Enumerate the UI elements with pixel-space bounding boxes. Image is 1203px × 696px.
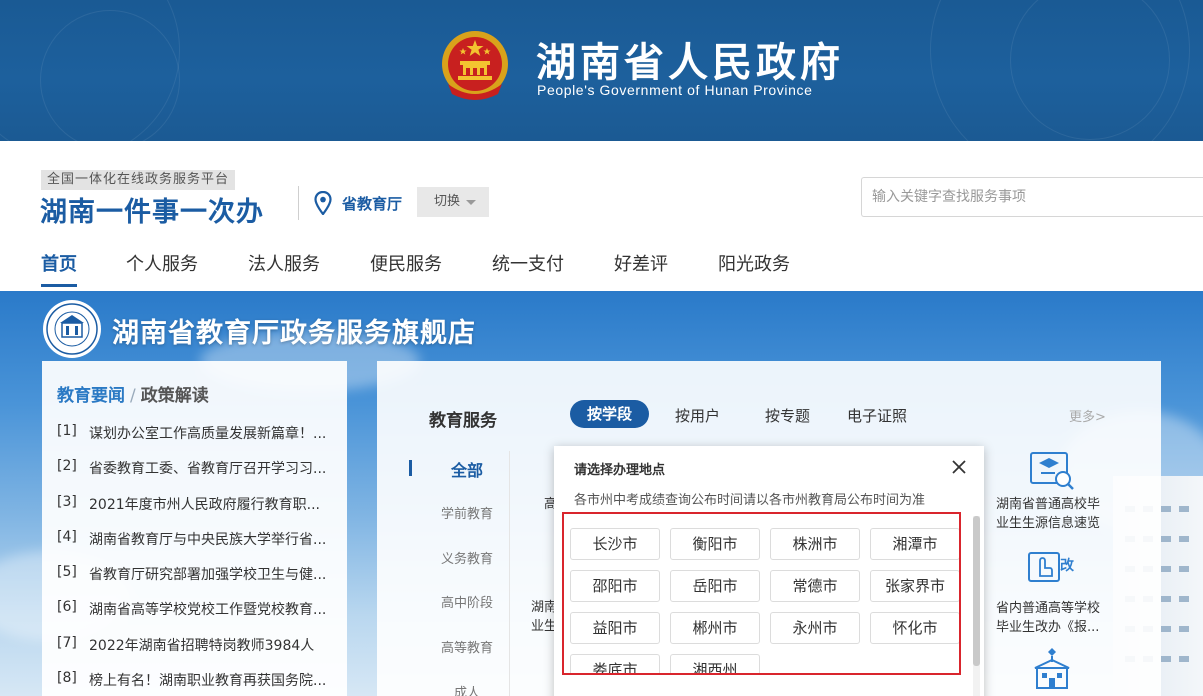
city-option[interactable]: 株洲市 bbox=[770, 528, 860, 560]
news-headline: 2022年湖南省招聘特岗教师3984人 bbox=[89, 637, 315, 654]
platform-tag: 全国一体化在线政务服务平台 bbox=[41, 170, 236, 190]
stage-higher-education[interactable]: 高等教育 bbox=[427, 637, 507, 656]
service-card-line: 湖南省普通高校毕 bbox=[996, 497, 1101, 512]
close-icon[interactable] bbox=[950, 458, 968, 476]
nav-corporate-services[interactable]: 法人服务 bbox=[248, 250, 320, 276]
tab-by-user[interactable]: 按用户 bbox=[675, 405, 720, 426]
nav-active-underline bbox=[41, 284, 77, 287]
city-option[interactable]: 岳阳市 bbox=[670, 570, 760, 602]
city-option[interactable]: 常德市 bbox=[770, 570, 860, 602]
news-index: [5] bbox=[57, 564, 77, 581]
news-item[interactable]: [5] 省教育厅研究部署加强学校卫生与健... bbox=[57, 564, 342, 599]
stage-divider bbox=[509, 451, 510, 696]
news-item[interactable]: [2] 省委教育工委、省教育厅召开学习习... bbox=[57, 458, 342, 493]
tab-by-topic[interactable]: 按专题 bbox=[765, 405, 810, 426]
switch-location-label: 切换 bbox=[434, 194, 461, 209]
stage-compulsory[interactable]: 义务教育 bbox=[427, 548, 507, 567]
news-headline: 谋划办公室工作高质量发展新篇章！... bbox=[89, 426, 327, 442]
news-item[interactable]: [8] 榜上有名！湖南职业教育再获国务院... bbox=[57, 670, 342, 696]
news-index: [7] bbox=[57, 634, 77, 651]
news-index: [3] bbox=[57, 493, 77, 510]
service-card-line: 省内普通高等学校 bbox=[996, 601, 1101, 616]
store-title: 湖南省教育厅政务服务旗舰店 bbox=[112, 318, 476, 349]
city-option[interactable]: 益阳市 bbox=[570, 612, 660, 644]
tab-by-stage[interactable]: 按学段 bbox=[570, 400, 649, 428]
gov-subtitle: People's Government of Hunan Province bbox=[537, 82, 813, 98]
news-index: [8] bbox=[57, 670, 77, 687]
tab-education-news[interactable]: 教育要闻 bbox=[57, 386, 125, 406]
news-item[interactable]: [4] 湖南省教育厅与中央民族大学举行省... bbox=[57, 529, 342, 564]
more-link[interactable]: 更多> bbox=[1069, 406, 1106, 425]
main-nav: 首页 个人服务 法人服务 便民服务 统一支付 好差评 阳光政务 bbox=[0, 240, 1203, 290]
service-card-line: 毕业生改办《报... bbox=[996, 620, 1100, 635]
city-options-box: 长沙市 衡阳市 株洲市 湘潭市 邵阳市 岳阳市 常德市 张家界市 益阳市 郴州市… bbox=[562, 512, 961, 675]
gov-title: 湖南省人民政府 bbox=[536, 40, 844, 86]
map-pin-icon bbox=[314, 191, 332, 215]
city-option[interactable]: 郴州市 bbox=[670, 612, 760, 644]
gov-banner: 湖南省人民政府 People's Government of Hunan Pro… bbox=[0, 0, 1203, 141]
city-option[interactable]: 怀化市 bbox=[870, 612, 959, 644]
news-headline: 省委教育工委、省教育厅召开学习习... bbox=[89, 461, 327, 478]
city-option[interactable]: 永州市 bbox=[770, 612, 860, 644]
education-department-seal-icon bbox=[43, 300, 101, 358]
nav-rating[interactable]: 好差评 bbox=[614, 250, 668, 276]
nav-personal-services[interactable]: 个人服务 bbox=[126, 250, 198, 276]
modal-scrollbar-thumb[interactable] bbox=[973, 516, 980, 666]
city-option[interactable]: 湘潭市 bbox=[870, 528, 959, 560]
city-option[interactable]: 邵阳市 bbox=[570, 570, 660, 602]
header-divider bbox=[298, 186, 299, 220]
service-card-label[interactable]: 省内普通高等学校 毕业生改办《报... bbox=[996, 599, 1100, 637]
switch-location-button[interactable]: 切换 bbox=[417, 187, 489, 217]
modal-scrollbar[interactable] bbox=[973, 516, 980, 696]
news-index: [4] bbox=[57, 528, 77, 545]
news-list: [1] 谋划办公室工作高质量发展新篇章！... [2] 省委教育工委、省教育厅召开学… bbox=[57, 423, 342, 696]
news-headline: 省教育厅研究部署加强学校卫生与健... bbox=[89, 567, 327, 584]
stage-active-indicator bbox=[409, 460, 412, 476]
stage-adult[interactable]: 成人 bbox=[427, 682, 507, 696]
service-card-label[interactable]: 湖南省普通高校毕 业生生源信息速览 bbox=[996, 495, 1100, 533]
city-option[interactable]: 娄底市 bbox=[570, 654, 660, 673]
national-emblem-icon bbox=[442, 31, 508, 100]
current-location: 省教育厅 bbox=[342, 195, 403, 213]
modal-title: 请选择办理地点 bbox=[574, 463, 666, 478]
news-headline: 2021年度市州人民政府履行教育职... bbox=[89, 496, 320, 513]
location-select-modal: 请选择办理地点 各市州中考成绩查询公布时间请以各市州教育局公布时间为准 长沙市 … bbox=[554, 446, 984, 696]
news-index: [1] bbox=[57, 423, 77, 439]
city-option[interactable]: 湘西州 bbox=[670, 654, 760, 673]
stage-preschool[interactable]: 学前教育 bbox=[427, 503, 507, 522]
news-index: [6] bbox=[57, 599, 77, 616]
news-tabs: 教育要闻 / 政策解读 bbox=[57, 381, 209, 406]
banner-decoration bbox=[40, 10, 180, 141]
city-option[interactable]: 长沙市 bbox=[570, 528, 660, 560]
news-item[interactable]: [7] 2022年湖南省招聘特岗教师3984人 bbox=[57, 635, 342, 670]
search-input[interactable] bbox=[861, 177, 1203, 217]
city-option[interactable]: 衡阳市 bbox=[670, 528, 760, 560]
school-building-icon bbox=[1034, 648, 1070, 689]
stage-all[interactable]: 全部 bbox=[427, 457, 507, 481]
news-item[interactable]: [6] 湖南省高等学校党校工作暨党校教育... bbox=[57, 599, 342, 634]
news-item[interactable]: [1] 谋划办公室工作高质量发展新篇章！... bbox=[57, 423, 342, 458]
news-item[interactable]: [3] 2021年度市州人民政府履行教育职... bbox=[57, 494, 342, 529]
nav-unified-payment[interactable]: 统一支付 bbox=[492, 250, 564, 276]
news-headline: 湖南省高等学校党校工作暨党校教育... bbox=[89, 602, 327, 619]
city-option[interactable]: 张家界市 bbox=[870, 570, 959, 602]
news-headline: 湖南省教育厅与中央民族大学举行省... bbox=[89, 531, 327, 548]
nav-convenience-services[interactable]: 便民服务 bbox=[370, 250, 442, 276]
service-card-line: 业生生源信息速览 bbox=[996, 516, 1101, 531]
modal-note: 各市州中考成绩查询公布时间请以各市州教育局公布时间为准 bbox=[574, 493, 926, 508]
news-panel: 教育要闻 / 政策解读 [1] 谋划办公室工作高质量发展新篇章！... [2] 省委教育… bbox=[42, 361, 347, 696]
platform-name[interactable]: 湖南一件事一次办 bbox=[40, 190, 264, 229]
news-index: [2] bbox=[57, 458, 77, 475]
change-badge: 改 bbox=[1060, 558, 1074, 574]
services-heading: 教育服务 bbox=[429, 411, 497, 431]
graduate-info-icon bbox=[1030, 452, 1074, 490]
nav-open-government[interactable]: 阳光政务 bbox=[718, 250, 790, 276]
tab-e-certificates[interactable]: 电子证照 bbox=[847, 405, 907, 426]
stage-high-school[interactable]: 高中阶段 bbox=[427, 592, 507, 611]
tab-policy-interpretation[interactable]: 政策解读 bbox=[141, 386, 209, 406]
news-tab-separator: / bbox=[130, 386, 136, 406]
nav-home[interactable]: 首页 bbox=[41, 250, 77, 276]
news-headline: 榜上有名！湖南职业教育再获国务院... bbox=[89, 673, 327, 690]
caret-down-icon bbox=[466, 200, 476, 205]
